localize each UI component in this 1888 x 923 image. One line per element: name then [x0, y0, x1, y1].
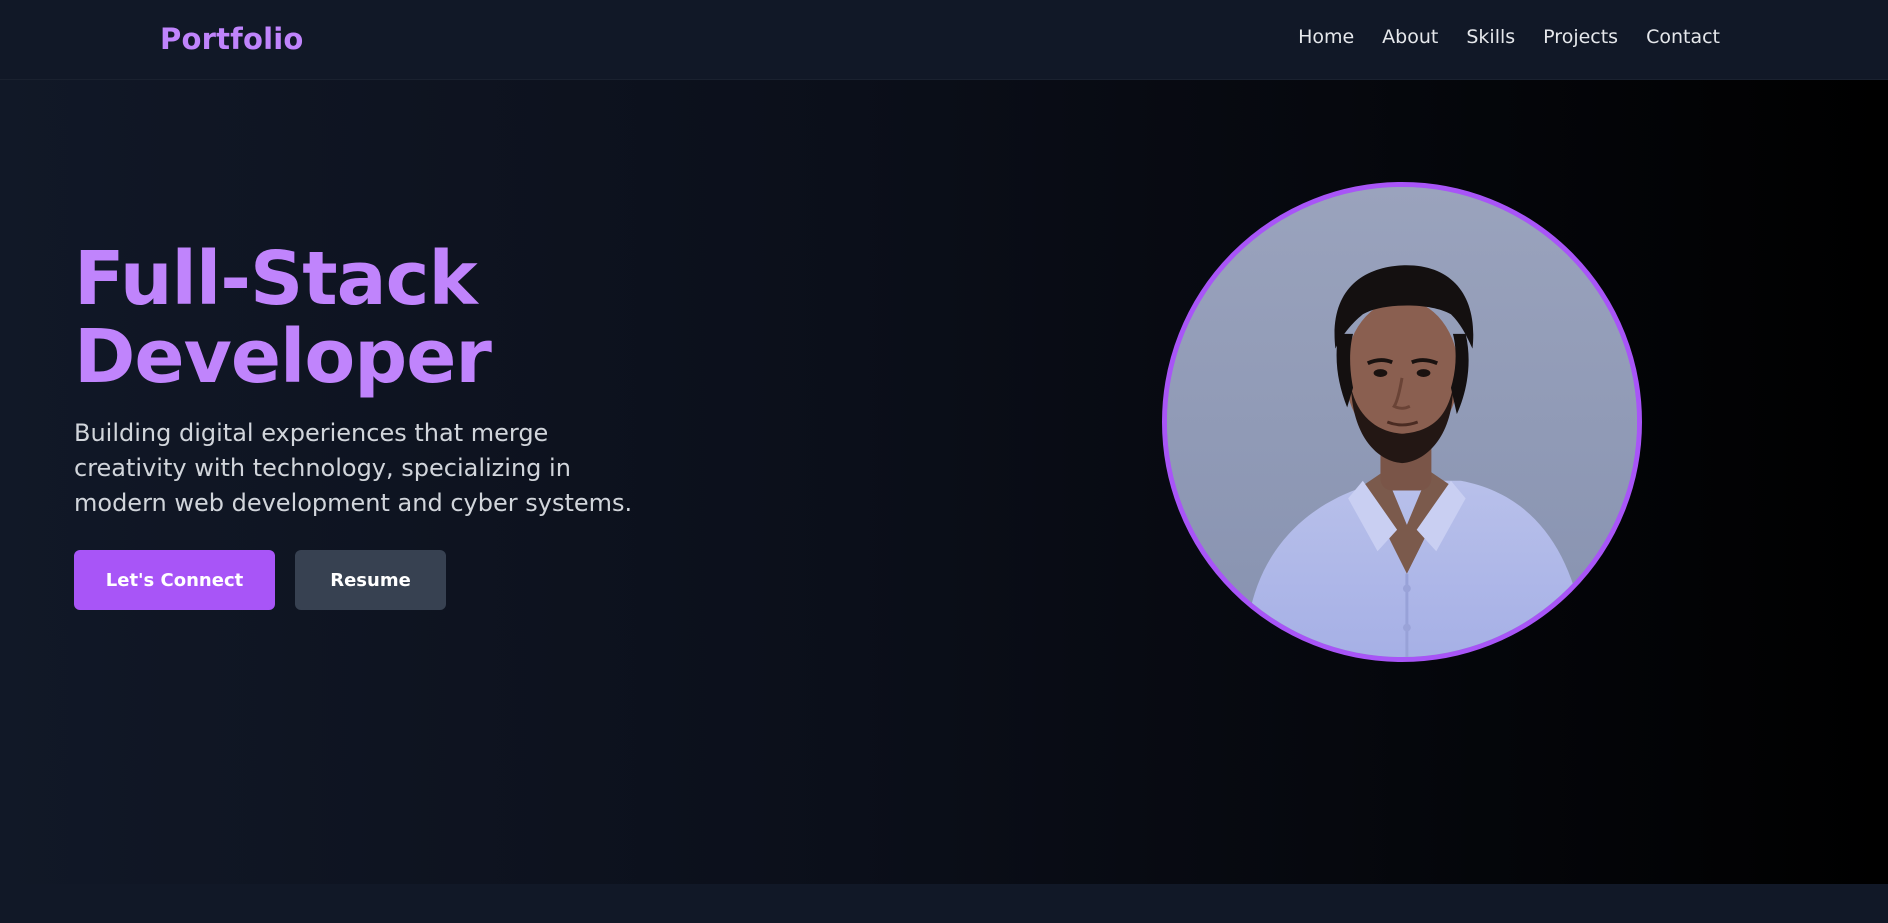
nav-about-link[interactable]: About: [1382, 26, 1438, 48]
navbar: Portfolio Home About Skills Projects Con…: [0, 0, 1888, 80]
lets-connect-button[interactable]: Let's Connect: [74, 550, 275, 610]
hero-subtitle: Building digital experiences that merge …: [74, 419, 633, 517]
nav-contact-link[interactable]: Contact: [1646, 26, 1720, 48]
nav-skills-link[interactable]: Skills: [1466, 26, 1515, 48]
profile-photo-icon: [1167, 187, 1637, 657]
hero-title-line-2: Developer: [74, 314, 492, 400]
hero-section: Full-Stack Developer Building digital ex…: [0, 80, 1888, 884]
hero-title-line-1: Full-Stack: [74, 236, 478, 322]
hero-title: Full-Stack Developer: [74, 236, 492, 400]
brand-logo[interactable]: Portfolio: [160, 22, 304, 56]
resume-button[interactable]: Resume: [295, 550, 446, 610]
profile-avatar: [1162, 182, 1642, 662]
nav-home-link[interactable]: Home: [1298, 26, 1354, 48]
footer-strip: [0, 884, 1888, 923]
nav-projects-link[interactable]: Projects: [1543, 26, 1618, 48]
nav-links: Home About Skills Projects Contact: [1298, 26, 1720, 48]
